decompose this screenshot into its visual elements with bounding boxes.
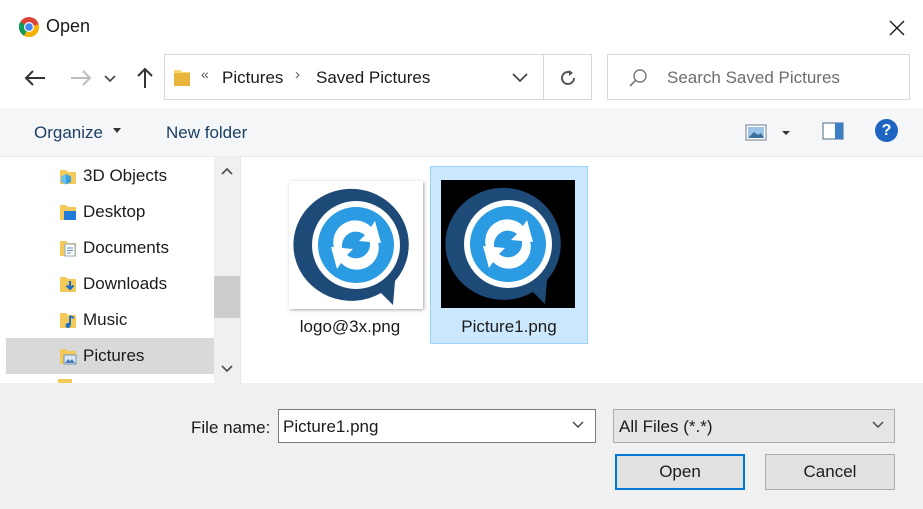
refresh-button[interactable] <box>553 65 583 91</box>
image-thumbnail <box>289 181 423 309</box>
up-button[interactable] <box>130 63 160 93</box>
sidebar-item-desktop[interactable]: Desktop <box>6 194 214 230</box>
command-bar: Organize New folder ? <box>0 108 923 157</box>
chrome-icon <box>18 17 40 38</box>
file-name: Picture1.png <box>461 317 557 336</box>
file-name-label: File name: <box>191 418 271 437</box>
sidebar-item-label: Desktop <box>83 202 146 221</box>
help-button[interactable]: ? <box>875 119 898 142</box>
refresh-chat-logo-icon <box>293 188 409 305</box>
arrow-right-icon <box>71 70 92 86</box>
sidebar-item-3d-objects[interactable]: 3D Objects <box>6 158 214 194</box>
music-icon <box>60 313 76 328</box>
scroll-thumb[interactable] <box>214 276 240 318</box>
search-box[interactable]: Search Saved Pictures <box>607 54 910 100</box>
chevron-down-icon <box>221 365 233 373</box>
sidebar-item-label: 3D Objects <box>83 166 168 185</box>
arrow-left-icon <box>24 70 45 86</box>
scroll-down-button[interactable] <box>214 359 240 379</box>
scrollbar[interactable] <box>214 157 240 383</box>
chevron-down-icon[interactable] <box>571 418 585 432</box>
search-placeholder: Search Saved Pictures <box>667 68 840 87</box>
chevron-down-icon <box>872 421 884 428</box>
desktop-folder-icon <box>60 205 76 220</box>
change-view-button[interactable] <box>745 122 795 144</box>
close-button[interactable] <box>874 10 920 46</box>
open-button[interactable]: Open <box>615 454 745 490</box>
new-folder-button[interactable]: New folder <box>166 123 247 143</box>
file-name: logo@3x.png <box>299 317 401 336</box>
file-list: logo@3x.png Picture1.png <box>241 157 923 383</box>
sidebar-item-pictures[interactable]: Pictures <box>6 338 214 374</box>
forward-button[interactable] <box>66 63 96 93</box>
chevron-down-icon[interactable] <box>510 67 530 87</box>
downloads-icon <box>60 277 76 292</box>
file-type-select[interactable]: All Files (*.*) <box>613 409 895 443</box>
file-type-value: All Files (*.*) <box>619 417 713 436</box>
preview-pane-icon <box>822 122 844 140</box>
divider <box>543 55 544 99</box>
window-title: Open <box>46 16 91 36</box>
address-bar[interactable]: « Pictures › Saved Pictures <box>164 54 592 100</box>
preview-pane-button[interactable] <box>822 122 844 140</box>
sidebar-item-downloads[interactable]: Downloads <box>6 266 214 302</box>
breadcrumb-separator[interactable]: › <box>295 66 300 83</box>
sidebar-item-music[interactable]: Music <box>6 302 214 338</box>
file-item-picture1[interactable]: Picture1.png <box>430 166 588 344</box>
sidebar-item-label: Documents <box>83 238 169 257</box>
file-name-value[interactable]: Picture1.png <box>283 417 378 437</box>
cancel-button[interactable]: Cancel <box>765 454 895 490</box>
pictures-icon <box>60 349 77 365</box>
address-overflow[interactable]: « <box>201 66 209 82</box>
close-icon <box>889 20 905 36</box>
refresh-icon <box>561 70 575 85</box>
view-options-icon <box>745 124 790 141</box>
file-name-input[interactable]: Picture1.png <box>278 409 596 443</box>
3d-objects-icon <box>60 170 76 185</box>
chevron-down-icon <box>104 75 116 83</box>
organize-button[interactable]: Organize <box>34 123 103 143</box>
documents-icon <box>60 241 76 257</box>
search-icon <box>629 69 647 87</box>
title-bar: Open <box>0 0 923 56</box>
file-item-logo[interactable]: logo@3x.png <box>271 167 429 345</box>
breadcrumb-pictures[interactable]: Pictures <box>222 68 283 88</box>
breadcrumb-saved-pictures[interactable]: Saved Pictures <box>316 68 430 88</box>
arrow-up-icon <box>137 67 153 88</box>
scroll-up-button[interactable] <box>214 161 240 181</box>
recent-locations-button[interactable] <box>104 66 124 90</box>
folder-icon <box>174 70 190 86</box>
sidebar-item-label: Music <box>83 310 128 329</box>
navigation-pane: 3D Objects Desktop Documents Downloads M… <box>0 157 241 383</box>
sidebar-item-label: Downloads <box>83 274 168 293</box>
sidebar-item-documents[interactable]: Documents <box>6 230 214 266</box>
caret-down-icon[interactable] <box>113 128 121 134</box>
sidebar-item-label: Pictures <box>83 346 145 365</box>
image-thumbnail <box>441 180 575 308</box>
refresh-chat-logo-icon <box>445 187 561 304</box>
dialog-footer: File name: Picture1.png All Files (*.*) … <box>0 383 923 509</box>
chevron-up-icon <box>221 167 233 175</box>
back-button[interactable] <box>20 63 50 93</box>
